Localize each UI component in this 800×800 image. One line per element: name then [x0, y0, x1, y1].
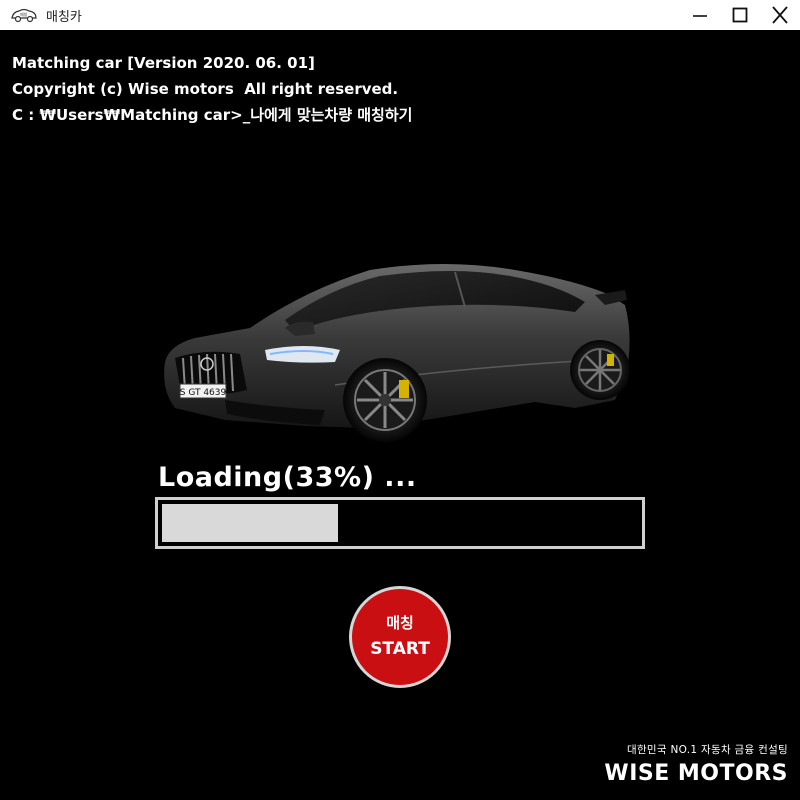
car-logo-icon: 매칭: [8, 5, 40, 25]
window-controls: [680, 0, 800, 30]
window-title: 매칭카: [46, 9, 82, 25]
maximize-button[interactable]: [720, 0, 760, 30]
close-icon: [772, 6, 788, 24]
minimize-button[interactable]: [680, 0, 720, 30]
brand-block: 대한민국 NO.1 자동차 금융 컨설팅 WISE MOTORS: [604, 742, 788, 786]
maximize-icon: [732, 7, 748, 23]
console-line-prompt: C : ₩Users₩Matching car>_나에게 맞는차량 매칭하기: [12, 106, 413, 124]
console-line-copyright: Copyright (c) Wise motors All right rese…: [12, 80, 399, 98]
brand-logo: WISE MOTORS: [604, 761, 788, 786]
app-window: 매칭 매칭카 Matching car [Version 2020. 06. 0…: [0, 0, 800, 800]
loading-label: Loading(33%) ...: [158, 462, 417, 493]
console-line-version: Matching car [Version 2020. 06. 01]: [12, 54, 315, 72]
minimize-icon: [693, 15, 707, 17]
start-button-label: START: [370, 639, 430, 659]
svg-text:매칭: 매칭: [20, 11, 28, 17]
progress-fill: [162, 504, 338, 542]
progress-bar: [155, 497, 645, 549]
start-button-label-korean: 매칭: [386, 614, 414, 632]
start-matching-button[interactable]: 매칭 START: [349, 586, 451, 688]
title-bar[interactable]: 매칭 매칭카: [0, 0, 800, 30]
brand-tagline: 대한민국 NO.1 자동차 금융 컨설팅: [627, 744, 788, 756]
license-plate: S GT 4639: [180, 388, 227, 398]
close-button[interactable]: [760, 0, 800, 30]
console-output: Matching car [Version 2020. 06. 01] Copy…: [12, 50, 412, 128]
car-image: S GT 4639: [155, 250, 645, 450]
